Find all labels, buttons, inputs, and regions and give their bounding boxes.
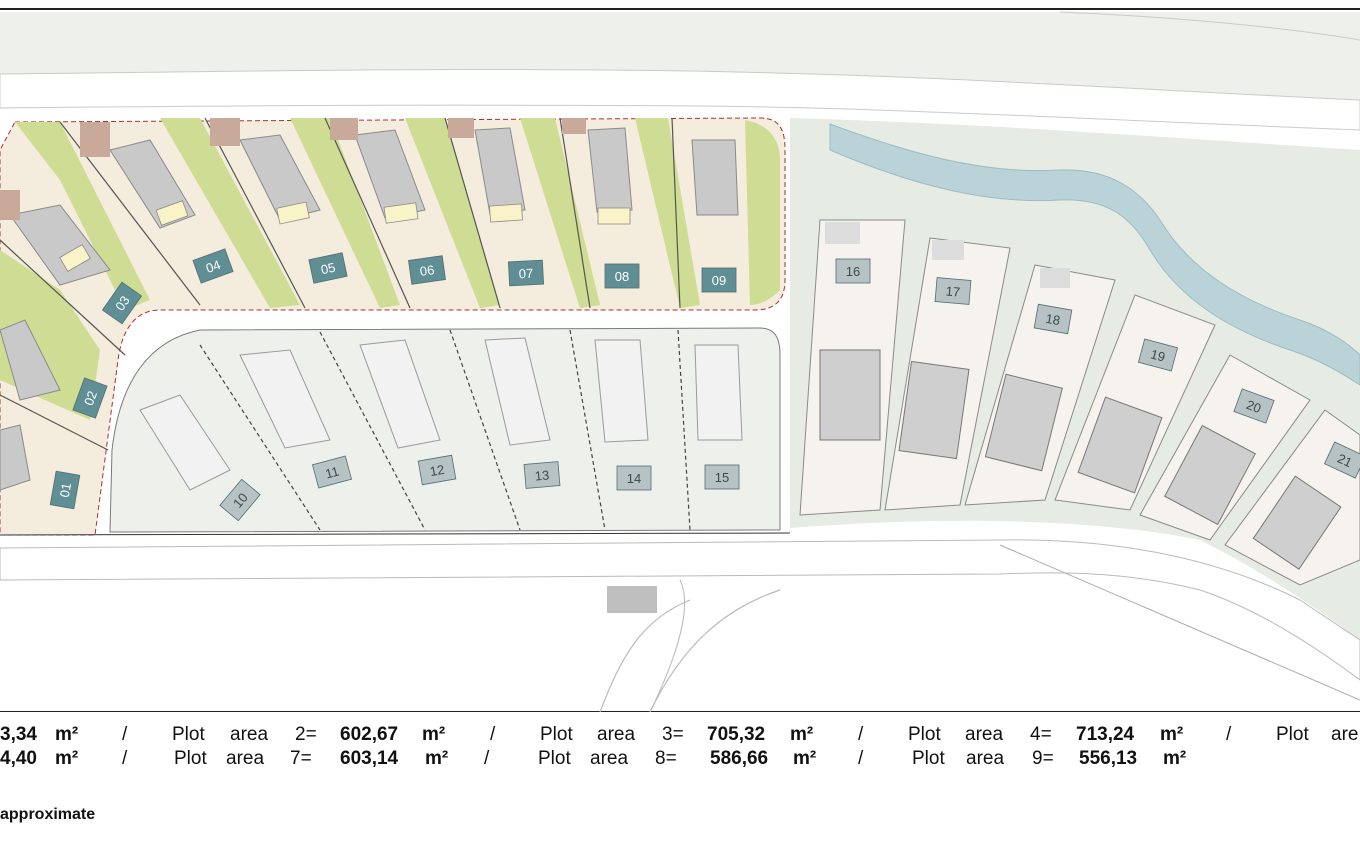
area-label: area	[226, 748, 265, 769]
plot-label-13: 13	[523, 461, 561, 489]
unit: m²	[425, 748, 449, 769]
plot-number: 4=	[1030, 724, 1052, 745]
site-plan: 01020304 05 06 07 08 091011 12 13 14 151617181920…	[0, 0, 1360, 712]
plot-area-9-value: 556,13	[1079, 748, 1138, 769]
plot-number: 3=	[662, 724, 684, 745]
unit: m²	[1163, 748, 1187, 769]
plot-number-text: 12	[429, 462, 446, 479]
plot-label-08: 08	[604, 263, 640, 289]
plot-area-4-value: 713,24	[1076, 724, 1135, 745]
unit: m²	[422, 724, 446, 745]
plot-area-1-value: 3,34	[0, 724, 37, 745]
separator: /	[490, 724, 496, 745]
plot-label: Plot	[912, 748, 945, 769]
area-label: area	[965, 724, 1004, 745]
plot-label: Plot	[538, 748, 571, 769]
approximate-note: approximate	[0, 806, 96, 823]
separator: /	[858, 748, 864, 769]
unit: m²	[1160, 724, 1184, 745]
plot-label: Plot	[908, 724, 941, 745]
plot-number-text: 09	[712, 273, 726, 288]
separator: /	[122, 724, 128, 745]
plot-number-text: 16	[846, 264, 860, 279]
plot-area-7-value: 603,14	[340, 748, 399, 769]
plot-area-6-value: 4,40	[0, 748, 37, 769]
area-label: are	[1331, 724, 1359, 745]
area-label: area	[230, 724, 269, 745]
plot-number-text: 06	[419, 262, 435, 279]
unit: m²	[790, 724, 814, 745]
separator: /	[484, 748, 490, 769]
plot-area-3-value: 705,32	[707, 724, 766, 745]
unit: m²	[793, 748, 817, 769]
plot-number-text: 01	[57, 482, 74, 499]
plot-number-text: 15	[715, 470, 729, 485]
plot-label: Plot	[1276, 724, 1309, 745]
plot-label: Plot	[174, 748, 207, 769]
plot-area-2-value: 602,67	[340, 724, 399, 745]
plot-area-legend-row-2: 4,40 m² / Plot area 7= 603,14 m² / Plot …	[0, 748, 1360, 772]
plot-label-17: 17	[934, 277, 972, 305]
plot-number-text: 13	[534, 467, 550, 483]
plot-number: 9=	[1032, 748, 1054, 769]
utility-box	[607, 586, 657, 613]
plot-number-text: 08	[615, 269, 629, 284]
separator: /	[122, 748, 128, 769]
plot-number: 7=	[290, 748, 312, 769]
frame-top-line	[0, 8, 1360, 10]
plot-label-06: 06	[408, 255, 446, 285]
frame-bottom-line	[0, 711, 1360, 712]
plot-label-09: 09	[701, 267, 737, 293]
plot-label: Plot	[540, 724, 573, 745]
separator: /	[1226, 724, 1232, 745]
plot-number: 8=	[655, 748, 677, 769]
plot-number-text: 05	[319, 260, 336, 278]
area-label: area	[966, 748, 1005, 769]
unit: m²	[55, 748, 79, 769]
plot-area-8-value: 586,66	[710, 748, 769, 769]
plot-label-16: 16	[835, 258, 871, 284]
plot-number-text: 14	[627, 471, 641, 486]
plot-label-15: 15	[704, 464, 740, 490]
plot-number-text: 18	[1044, 311, 1061, 328]
plot-label-14: 14	[616, 465, 652, 491]
separator: /	[858, 724, 864, 745]
area-label: area	[590, 748, 629, 769]
plot-number-text: 17	[945, 283, 961, 299]
plot-number: 2=	[295, 724, 317, 745]
plot-label: Plot	[172, 724, 205, 745]
plot-area-legend-row-1: 3,34 m² / Plot area 2= 602,67 m² / Plot …	[0, 724, 1360, 748]
unit: m²	[55, 724, 79, 745]
plot-label-07: 07	[507, 259, 545, 287]
area-label: area	[597, 724, 636, 745]
plot-number-text: 07	[518, 266, 533, 282]
